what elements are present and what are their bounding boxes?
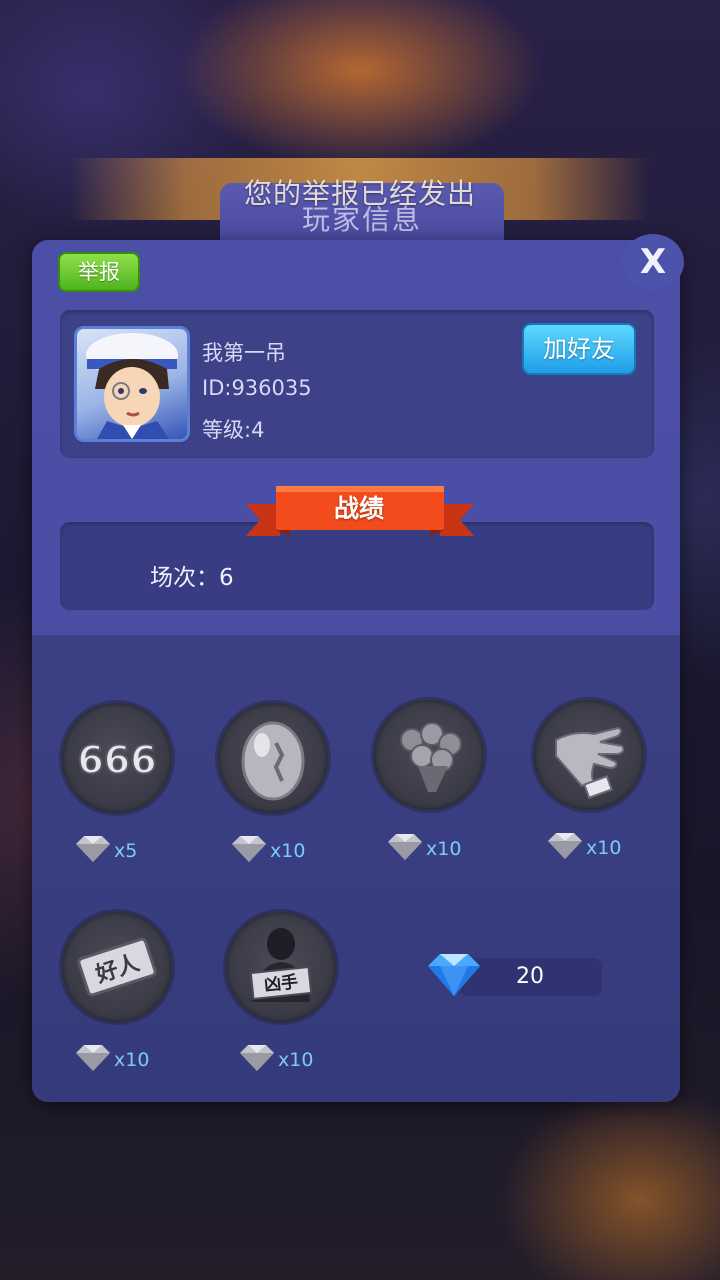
gift-quantity: x10 <box>278 1049 314 1071</box>
diamond-icon <box>548 833 582 859</box>
player-id: ID:936035 <box>202 376 312 400</box>
diamond-icon <box>240 1045 274 1071</box>
diamond-icon <box>388 834 422 860</box>
add-friend-button[interactable]: 加好友 <box>522 323 636 375</box>
gift-murderer[interactable]: 凶手 <box>226 912 336 1022</box>
diamond-icon <box>232 836 266 862</box>
egg-icon <box>241 721 305 801</box>
gift-egg[interactable] <box>218 703 328 813</box>
report-button[interactable]: 举报 <box>58 252 140 292</box>
gift-666[interactable]: 666 <box>62 703 172 813</box>
666-badge-icon: 666 <box>76 737 157 783</box>
gift-666-label: 666 <box>77 738 156 782</box>
close-button[interactable]: X <box>622 234 684 290</box>
gift-quantity: x10 <box>586 837 622 859</box>
murderer-sign-icon: 凶手 <box>249 928 313 1002</box>
match-count: 场次：6 <box>150 565 234 591</box>
diamond-icon <box>76 1045 110 1071</box>
avatar[interactable] <box>74 326 190 442</box>
player-name: 我第一吊 <box>202 341 286 365</box>
gift-quantity: x10 <box>426 838 462 860</box>
good-person-sign-icon: 好人 <box>77 937 157 997</box>
gift-hand[interactable] <box>534 700 644 810</box>
diamond-icon <box>76 836 110 862</box>
gift-quantity: x10 <box>114 1049 150 1071</box>
gift-quantity: x10 <box>270 840 306 862</box>
gift-good-person[interactable]: 好人 <box>62 912 172 1022</box>
gift-quantity: x5 <box>114 840 138 862</box>
toast-message: 您的举报已经发出 <box>243 177 476 210</box>
stats-ribbon-title: 战绩 <box>333 494 384 523</box>
player-level: 等级:4 <box>202 418 265 442</box>
gift-roses[interactable] <box>374 700 484 810</box>
rose-bouquet-icon <box>400 722 462 792</box>
gift-murderer-label: 凶手 <box>263 971 299 995</box>
diamond-balance-value: 20 <box>516 964 544 989</box>
avatar-portrait-icon <box>86 333 178 439</box>
hand-icon <box>555 726 625 799</box>
